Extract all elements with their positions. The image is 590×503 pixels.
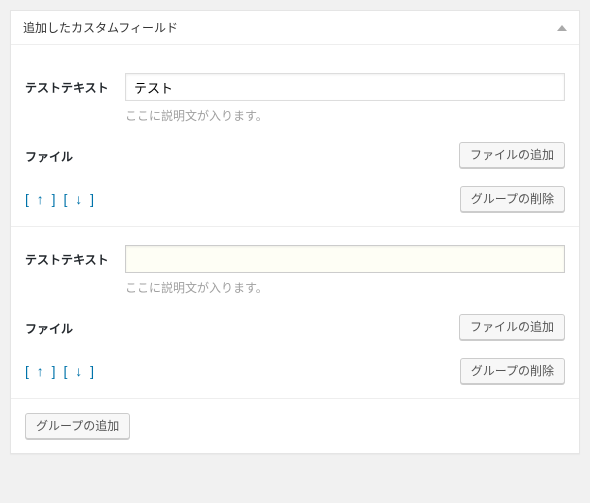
- field-group: テストテキスト ここに説明文が入ります。 ファイル ファイルの追加 [ ↑ ] …: [11, 226, 579, 398]
- add-file-button[interactable]: ファイルの追加: [459, 142, 565, 168]
- group-footer: [ ↑ ] [ ↓ ] グループの削除: [25, 186, 565, 212]
- custom-fields-panel: 追加したカスタムフィールド テストテキスト ここに説明文が入ります。 ファイル …: [10, 10, 580, 454]
- arrow-up-icon[interactable]: [ ↑ ]: [25, 363, 58, 379]
- delete-group-button[interactable]: グループの削除: [460, 186, 565, 212]
- text-field-description: ここに説明文が入ります。: [125, 279, 565, 296]
- text-input[interactable]: [125, 245, 565, 273]
- arrow-down-icon[interactable]: [ ↓ ]: [63, 191, 96, 207]
- add-file-button[interactable]: ファイルの追加: [459, 314, 565, 340]
- text-field-label: テストテキスト: [25, 245, 125, 268]
- file-field-control: ファイルの追加: [125, 142, 565, 168]
- move-arrows: [ ↑ ] [ ↓ ]: [25, 191, 96, 207]
- group-footer: [ ↑ ] [ ↓ ] グループの削除: [25, 358, 565, 384]
- text-field-row: テストテキスト ここに説明文が入ります。: [25, 73, 565, 124]
- delete-group-button[interactable]: グループの削除: [460, 358, 565, 384]
- panel-footer: グループの追加: [11, 398, 579, 453]
- text-field-row: テストテキスト ここに説明文が入ります。: [25, 245, 565, 296]
- file-field-label: ファイル: [25, 314, 125, 337]
- panel-header: 追加したカスタムフィールド: [11, 11, 579, 45]
- text-field-control: ここに説明文が入ります。: [125, 73, 565, 124]
- add-group-button[interactable]: グループの追加: [25, 413, 130, 439]
- panel-body: テストテキスト ここに説明文が入ります。 ファイル ファイルの追加 [ ↑ ] …: [11, 45, 579, 398]
- panel-title: 追加したカスタムフィールド: [23, 19, 178, 36]
- file-field-row: ファイル ファイルの追加: [25, 142, 565, 168]
- collapse-icon[interactable]: [557, 25, 567, 31]
- text-field-label: テストテキスト: [25, 73, 125, 96]
- text-input[interactable]: [125, 73, 565, 101]
- field-group: テストテキスト ここに説明文が入ります。 ファイル ファイルの追加 [ ↑ ] …: [11, 55, 579, 226]
- move-arrows: [ ↑ ] [ ↓ ]: [25, 363, 96, 379]
- file-field-row: ファイル ファイルの追加: [25, 314, 565, 340]
- arrow-up-icon[interactable]: [ ↑ ]: [25, 191, 58, 207]
- text-field-control: ここに説明文が入ります。: [125, 245, 565, 296]
- text-field-description: ここに説明文が入ります。: [125, 107, 565, 124]
- arrow-down-icon[interactable]: [ ↓ ]: [63, 363, 96, 379]
- file-field-control: ファイルの追加: [125, 314, 565, 340]
- file-field-label: ファイル: [25, 142, 125, 165]
